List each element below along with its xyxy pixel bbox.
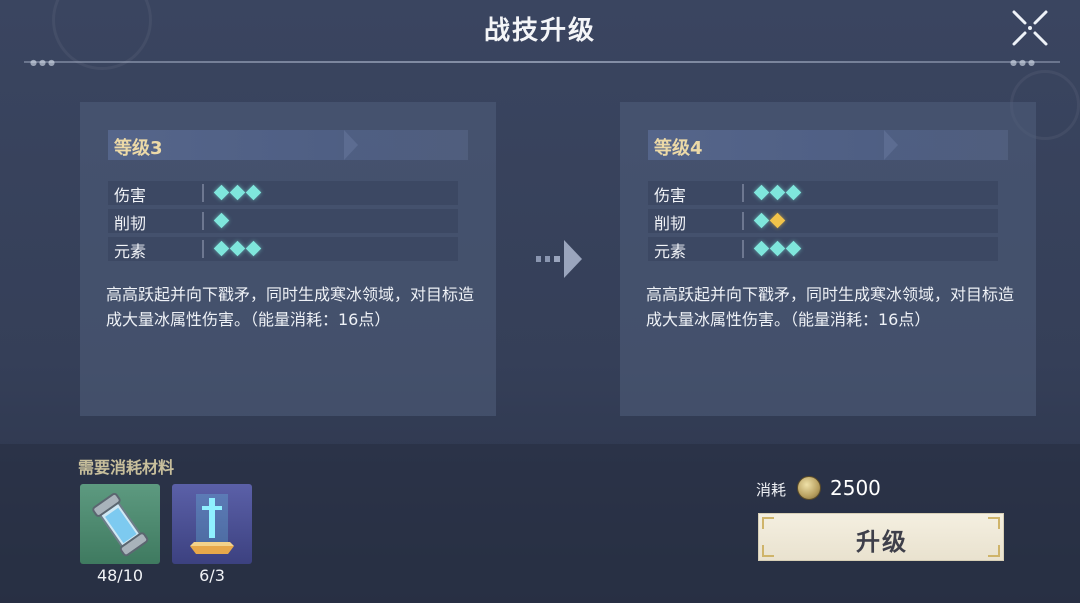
rating-diamond-icon: [229, 184, 246, 201]
skill-description: 高高跃起并向下戳矛，同时生成寒冰领域，对目标造成大量冰属性伤害。（能量消耗：16…: [106, 285, 475, 329]
rating-diamond-icon: [213, 240, 230, 257]
close-button[interactable]: [1008, 6, 1052, 50]
stat-rating: [753, 212, 786, 229]
next-level-card: 等级4 伤害 削韧 元素 高高跃起并向下戳矛，同时生成寒冰领域，对目标造成大量冰…: [620, 102, 1036, 416]
crystal-sword-icon: [190, 494, 234, 554]
close-x-icon: [1012, 10, 1048, 46]
rating-diamond-upgrade-icon: [769, 212, 786, 229]
stat-row-damage: 伤害: [108, 181, 458, 205]
level-banner-arrow: [884, 130, 898, 160]
materials-title: 需要消耗材料: [78, 458, 175, 477]
rating-diamond-icon: [769, 184, 786, 201]
level-label: 等级3: [114, 138, 163, 159]
stat-rating: [213, 184, 262, 201]
stat-rating: [753, 184, 802, 201]
rating-diamond-icon: [785, 240, 802, 257]
header-divider-ornament-right: ●●●: [1010, 58, 1037, 67]
rating-diamond-icon: [213, 184, 230, 201]
stat-name: 削韧: [654, 214, 687, 233]
stat-name: 元素: [654, 242, 687, 261]
header: 战技升级 ●●● ●●●: [0, 0, 1080, 67]
upgrade-button[interactable]: 升级: [758, 513, 1004, 561]
stat-row-toughness: 削韧: [648, 209, 998, 233]
rating-diamond-icon: [753, 212, 770, 229]
rating-diamond-icon: [245, 240, 262, 257]
level-banner-arrow: [344, 130, 358, 160]
upgrade-button-label: 升级: [856, 528, 908, 556]
header-divider-ornament-left: ●●●: [30, 58, 57, 67]
cost-value: 2500: [830, 476, 881, 500]
rating-diamond-icon: [769, 240, 786, 257]
stat-name: 伤害: [654, 186, 687, 205]
rating-diamond-icon: [245, 184, 262, 201]
stat-separator: [742, 212, 744, 230]
material-count: 6/3: [199, 566, 225, 585]
stat-name: 伤害: [114, 186, 147, 205]
level-banner: 等级3: [108, 130, 468, 160]
page-title: 战技升级: [483, 16, 596, 46]
current-level-card: 等级3 伤害 削韧 元素 高高跃起并向下戳矛，同时生成寒冰领域，对目标造成大量冰…: [80, 102, 496, 416]
stat-separator: [742, 240, 744, 258]
rating-diamond-icon: [213, 212, 230, 229]
stat-rating: [753, 240, 802, 257]
stat-row-toughness: 削韧: [108, 209, 458, 233]
rating-diamond-icon: [229, 240, 246, 257]
stat-separator: [202, 212, 204, 230]
material-item[interactable]: [80, 484, 160, 564]
stat-row-damage: 伤害: [648, 181, 998, 205]
cost-label: 消耗: [756, 481, 787, 499]
header-divider: [24, 61, 1060, 63]
rating-diamond-icon: [785, 184, 802, 201]
material-count: 48/10: [96, 566, 144, 585]
coin-icon: [797, 476, 821, 500]
rating-diamond-icon: [753, 240, 770, 257]
ice-canister-icon: [92, 492, 149, 557]
stat-separator: [742, 184, 744, 202]
level-label: 等级4: [654, 138, 703, 159]
stat-name: 削韧: [114, 214, 147, 233]
stat-row-element: 元素: [648, 237, 998, 261]
skill-description: 高高跃起并向下戳矛，同时生成寒冰领域，对目标造成大量冰属性伤害。（能量消耗：16…: [646, 285, 1015, 329]
stat-separator: [202, 240, 204, 258]
material-item[interactable]: [172, 484, 252, 564]
stat-row-element: 元素: [108, 237, 458, 261]
rating-diamond-icon: [753, 184, 770, 201]
level-banner: 等级4: [648, 130, 1008, 160]
stat-name: 元素: [114, 242, 147, 261]
stat-separator: [202, 184, 204, 202]
stat-rating: [213, 240, 262, 257]
arrow-right-icon: [536, 240, 582, 278]
stat-rating: [213, 212, 230, 229]
